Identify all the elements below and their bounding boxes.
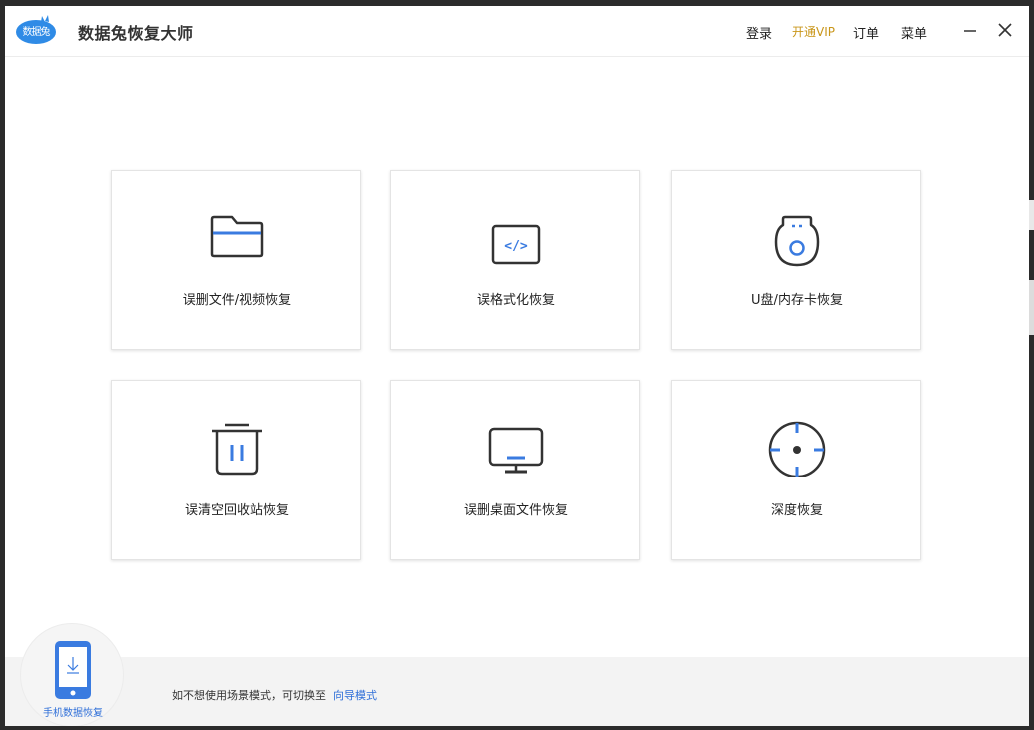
card-usb-recovery[interactable]: U盘/内存卡恢复 (671, 170, 921, 350)
background-strip (1029, 200, 1034, 230)
logo-text: 数据兔 (22, 27, 51, 38)
app-logo: 数据兔 (15, 15, 57, 45)
mobile-recovery-label: 手机数据恢复 (43, 708, 103, 719)
card-label: 误格式化恢复 (476, 293, 555, 308)
card-label: 误删桌面文件恢复 (463, 503, 568, 518)
crosshair-icon (768, 421, 826, 477)
svg-text:</>: </> (504, 239, 528, 254)
card-label: 误清空回收站恢复 (184, 503, 289, 518)
minimize-icon (964, 30, 976, 32)
card-format-recovery[interactable]: </> 误格式化恢复 (390, 170, 640, 350)
menu-link[interactable]: 菜单 (901, 23, 927, 42)
footer-bar (5, 657, 1029, 726)
orders-link[interactable]: 订单 (853, 23, 879, 42)
footer-hint-text: 如不想使用场景模式，可切换至 (172, 689, 326, 702)
background-strip (1029, 280, 1034, 335)
app-window: 数据兔 数据兔恢复大师 登录 开通VIP 订单 菜单 误删文件/视频恢复 </>… (5, 6, 1029, 726)
card-recycle-bin-recovery[interactable]: 误清空回收站恢复 (111, 380, 361, 560)
card-desktop-files-recovery[interactable]: 误删桌面文件恢复 (390, 380, 640, 560)
login-link[interactable]: 登录 (746, 23, 772, 42)
close-icon (998, 23, 1012, 37)
card-label: U盘/内存卡恢复 (751, 293, 843, 308)
card-deep-recovery[interactable]: 深度恢复 (671, 380, 921, 560)
close-button[interactable] (995, 20, 1015, 40)
phone-download-icon (55, 641, 91, 699)
mobile-recovery-button[interactable]: 手机数据恢复 (20, 623, 124, 726)
card-deleted-files-recovery[interactable]: 误删文件/视频恢复 (111, 170, 361, 350)
trash-icon (212, 423, 262, 476)
app-title: 数据兔恢复大师 (78, 24, 194, 43)
monitor-icon (488, 427, 544, 474)
card-label: 误删文件/视频恢复 (182, 293, 292, 308)
card-label: 深度恢复 (770, 503, 823, 518)
title-bar: 数据兔 数据兔恢复大师 登录 开通VIP 订单 菜单 (5, 6, 1029, 57)
folder-icon (210, 215, 264, 258)
usb-drive-icon (774, 215, 820, 267)
minimize-button[interactable] (960, 20, 980, 40)
guide-mode-link[interactable]: 向导模式 (333, 687, 377, 703)
code-window-icon: </> (491, 224, 541, 265)
vip-link[interactable]: 开通VIP (792, 23, 835, 41)
